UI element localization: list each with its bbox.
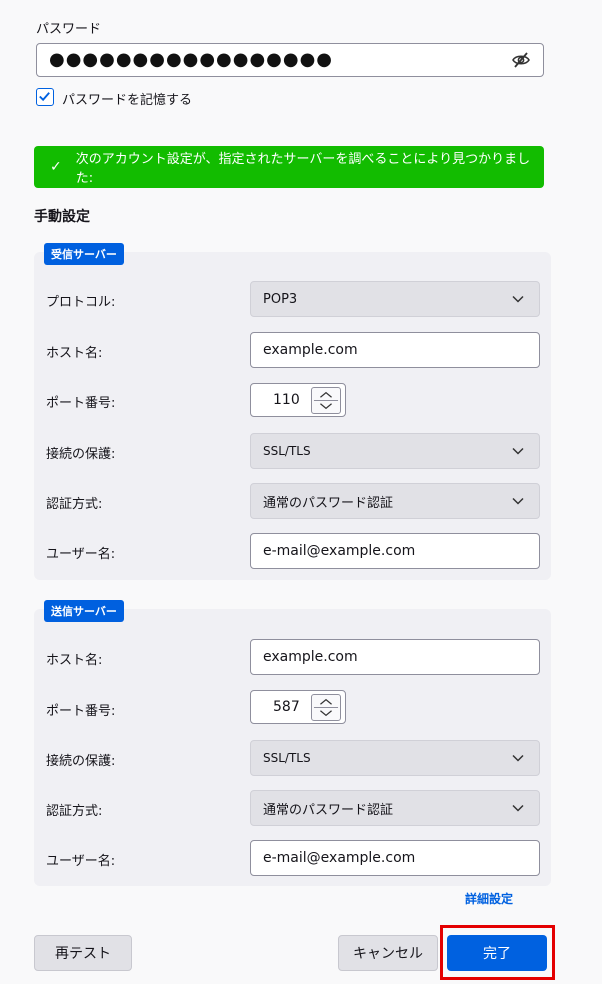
outgoing-security-select[interactable]: SSL/TLS xyxy=(250,740,540,776)
success-banner: ✓ 次のアカウント設定が、指定されたサーバーを調べることにより見つかりました: xyxy=(34,146,544,188)
incoming-auth-select[interactable]: 通常のパスワード認証 xyxy=(250,483,540,519)
outgoing-security-label: 接続の保護: xyxy=(46,754,116,769)
banner-text: 次のアカウント設定が、指定されたサーバーを調べることにより見つかりました: xyxy=(75,152,531,186)
outgoing-port-stepper[interactable]: 587 xyxy=(250,690,346,724)
remember-password-checkbox[interactable] xyxy=(36,88,54,106)
incoming-host-input[interactable]: example.com xyxy=(250,332,540,368)
highlight-box xyxy=(440,925,555,980)
outgoing-auth-select[interactable]: 通常のパスワード認証 xyxy=(250,790,540,826)
outgoing-security-value: SSL/TLS xyxy=(263,751,311,765)
incoming-security-select[interactable]: SSL/TLS xyxy=(250,433,540,469)
outgoing-auth-value: 通常のパスワード認証 xyxy=(263,802,394,818)
eye-slash-icon[interactable] xyxy=(511,51,531,69)
outgoing-host-input[interactable]: example.com xyxy=(250,639,540,675)
chevron-down-icon xyxy=(512,447,524,455)
incoming-security-value: SSL/TLS xyxy=(263,444,311,458)
outgoing-host-label: ホスト名: xyxy=(46,653,103,668)
password-field[interactable]: ●●●●●●●●●●●●●●●●● xyxy=(36,43,544,77)
remember-password-label: パスワードを記憶する xyxy=(62,93,193,108)
incoming-port-stepper[interactable]: 110 xyxy=(250,383,346,417)
port-spin-buttons[interactable] xyxy=(311,694,341,721)
incoming-host-label: ホスト名: xyxy=(46,346,103,361)
password-value: ●●●●●●●●●●●●●●●●● xyxy=(49,49,334,70)
manual-settings-title: 手動設定 xyxy=(34,209,90,225)
outgoing-username-input[interactable]: e-mail@example.com xyxy=(250,840,540,876)
protocol-label: プロトコル: xyxy=(46,295,116,310)
outgoing-user-label: ユーザー名: xyxy=(46,854,116,869)
checkmark-icon: ✓ xyxy=(50,159,62,175)
chevron-down-icon xyxy=(512,754,524,762)
incoming-protocol-value: POP3 xyxy=(263,291,298,307)
up-down-arrows-icon xyxy=(313,698,339,717)
outgoing-auth-label: 認証方式: xyxy=(46,804,103,819)
incoming-port-label: ポート番号: xyxy=(46,396,116,411)
incoming-user-label: ユーザー名: xyxy=(46,547,116,562)
incoming-auth-label: 認証方式: xyxy=(46,497,103,512)
incoming-auth-value: 通常のパスワード認証 xyxy=(263,495,394,511)
chevron-down-icon xyxy=(512,497,524,505)
port-spin-buttons[interactable] xyxy=(311,387,341,414)
cancel-button[interactable]: キャンセル xyxy=(338,935,438,971)
incoming-protocol-select[interactable]: POP3 xyxy=(250,281,540,317)
incoming-server-badge: 受信サーバー xyxy=(44,243,124,265)
chevron-down-icon xyxy=(512,295,524,303)
outgoing-server-badge: 送信サーバー xyxy=(44,600,124,622)
outgoing-port-value: 587 xyxy=(273,699,300,715)
chevron-down-icon xyxy=(512,804,524,812)
checkmark-icon xyxy=(39,92,50,102)
incoming-port-value: 110 xyxy=(273,392,300,408)
outgoing-port-label: ポート番号: xyxy=(46,704,116,719)
retest-button[interactable]: 再テスト xyxy=(34,935,132,971)
advanced-settings-link[interactable]: 詳細設定 xyxy=(465,890,513,907)
incoming-username-input[interactable]: e-mail@example.com xyxy=(250,533,540,569)
password-label: パスワード xyxy=(36,22,102,37)
up-down-arrows-icon xyxy=(313,391,339,410)
incoming-security-label: 接続の保護: xyxy=(46,447,116,462)
